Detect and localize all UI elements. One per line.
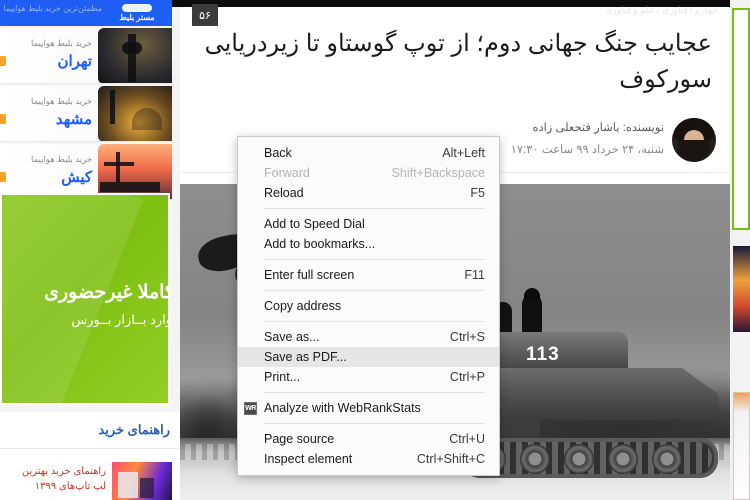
- menu-item-label: Add to Speed Dial: [264, 217, 365, 231]
- right-rail: [730, 0, 750, 500]
- menu-item-analyze-webrankstats[interactable]: WR Analyze with WebRankStats: [238, 398, 499, 418]
- menu-item-shortcut: Ctrl+U: [449, 432, 485, 446]
- menu-separator: [264, 321, 485, 322]
- divider: [0, 448, 180, 449]
- menu-separator: [264, 392, 485, 393]
- breadcrumb[interactable]: خودرو / فناوری / علم و فناوری: [605, 5, 718, 16]
- left-sidebar: مطمئن‌ترین خرید بلیط هواپیما مستر بلیط خ…: [0, 0, 180, 500]
- city-ad-marker: [0, 56, 6, 66]
- city-ad-mashhad[interactable]: خرید بلیط هواپیما مشهد: [0, 86, 172, 142]
- city-ad-marker: [0, 114, 6, 124]
- masterbilit-logo: مستر بلیط: [106, 1, 168, 25]
- publish-date: شنبه، ۲۴ خرداد ۹۹ ساعت ۱۷:۳۰: [510, 144, 664, 156]
- menu-separator: [264, 290, 485, 291]
- city-ad-caption: خرید بلیط هواپیما: [31, 96, 92, 106]
- city-ad-kish[interactable]: خرید بلیط هواپیما کیش: [0, 144, 172, 200]
- city-ad-caption: خرید بلیط هواپیما: [31, 38, 92, 48]
- masterbilit-logo-mark: [122, 4, 152, 12]
- menu-item-label: Save as...: [264, 330, 320, 344]
- comment-count-badge[interactable]: ۵۶: [192, 4, 218, 26]
- guide-item-text: راهنمای خرید بهترین لپ تاپ‌های ۱۳۹۹: [6, 464, 106, 494]
- menu-item-shortcut: Ctrl+S: [449, 330, 485, 344]
- tehran-tower-image: [98, 28, 172, 83]
- menu-item-enter-full-screen[interactable]: Enter full screen F11: [238, 265, 499, 285]
- page-title: عجایب جنگ جهانی دوم؛ از توپ گوستاو تا زی…: [204, 30, 712, 93]
- menu-item-shortcut: Ctrl+Shift+C: [416, 452, 485, 466]
- author-name[interactable]: نویسنده: یاشار فتحعلی زاده: [532, 120, 664, 134]
- menu-item-copy-address[interactable]: Copy address: [238, 296, 499, 316]
- right-rail-green-panel[interactable]: [732, 8, 750, 230]
- tank-crew-member-2: [522, 288, 542, 336]
- menu-item-shortcut: Shift+Backspace: [391, 166, 485, 180]
- menu-item-label: Analyze with WebRankStats: [264, 401, 421, 415]
- menu-separator: [264, 259, 485, 260]
- menu-item-inspect-element[interactable]: Inspect element Ctrl+Shift+C: [238, 449, 499, 469]
- menu-item-reload[interactable]: Reload F5: [238, 183, 499, 203]
- menu-item-save-as-pdf[interactable]: Save as PDF...: [238, 347, 499, 367]
- masterbilit-brand: مستر بلیط: [119, 13, 155, 22]
- tank-number: 113: [526, 344, 560, 365]
- menu-item-label: Copy address: [264, 299, 342, 313]
- tank-roadwheel: [652, 444, 682, 474]
- menu-item-label: Print...: [264, 370, 301, 384]
- bourse-ad-headline: کاملا غیرحضوری: [44, 282, 170, 303]
- city-ad-city: کیش: [61, 169, 92, 186]
- menu-separator: [264, 208, 485, 209]
- menu-item-save-as[interactable]: Save as... Ctrl+S: [238, 327, 499, 347]
- menu-separator: [264, 423, 485, 424]
- menu-item-add-to-speed-dial[interactable]: Add to Speed Dial: [238, 214, 499, 234]
- mashhad-shrine-image: [98, 86, 172, 141]
- menu-item-page-source[interactable]: Page source Ctrl+U: [238, 429, 499, 449]
- menu-item-label: Enter full screen: [264, 268, 355, 282]
- city-ad-marker: [0, 172, 6, 182]
- menu-item-forward: Forward Shift+Backspace: [238, 163, 499, 183]
- page-root: مطمئن‌ترین خرید بلیط هواپیما مستر بلیط خ…: [0, 0, 750, 500]
- city-ad-caption: خرید بلیط هواپیما: [31, 154, 92, 164]
- right-rail-thumbnail-1[interactable]: [733, 246, 750, 332]
- menu-item-add-to-bookmarks[interactable]: Add to bookmarks...: [238, 234, 499, 254]
- menu-item-shortcut: Alt+Left: [442, 146, 485, 160]
- menu-item-shortcut: F5: [470, 186, 485, 200]
- city-ad-city: تهران: [57, 53, 92, 70]
- guide-item-line2: لپ تاپ‌های ۱۳۹۹: [34, 481, 106, 492]
- browser-context-menu[interactable]: Back Alt+Left Forward Shift+Backspace Reload…: [237, 136, 500, 476]
- tank-roadwheel: [608, 444, 638, 474]
- menu-item-label: Reload: [264, 186, 304, 200]
- menu-item-print[interactable]: Print... Ctrl+P: [238, 367, 499, 387]
- bourse-green-ad[interactable]: کاملا غیرحضوری وارد بــازار بــورس: [0, 193, 170, 405]
- guide-item-thumbnail: [112, 462, 172, 500]
- menu-item-label: Inspect element: [264, 452, 353, 466]
- menu-item-label: Page source: [264, 432, 335, 446]
- tank-roadwheel: [520, 444, 550, 474]
- guide-item-line1: راهنمای خرید بهترین: [21, 466, 106, 477]
- menu-item-label: Forward: [264, 166, 310, 180]
- city-ad-city: مشهد: [55, 111, 92, 128]
- buying-guide-block: راهنمای خرید راهنمای خرید بهترین لپ تاپ‌…: [0, 412, 180, 500]
- masterbilit-banner[interactable]: مطمئن‌ترین خرید بلیط هواپیما مستر بلیط: [0, 0, 172, 26]
- bourse-ad-subline: وارد بــازار بــورس: [71, 312, 170, 327]
- kish-ship-image: [98, 144, 172, 199]
- masterbilit-tagline: مطمئن‌ترین خرید بلیط هواپیما: [3, 4, 102, 13]
- right-rail-thumbnail-2[interactable]: [733, 392, 750, 500]
- buying-guide-title: راهنمای خرید: [98, 422, 170, 437]
- city-ad-tehran[interactable]: خرید بلیط هواپیما تهران: [0, 28, 172, 84]
- menu-item-label: Add to bookmarks...: [264, 237, 376, 251]
- menu-item-shortcut: F11: [464, 268, 485, 282]
- list-item[interactable]: راهنمای خرید بهترین لپ تاپ‌های ۱۳۹۹: [0, 456, 180, 500]
- menu-item-back[interactable]: Back Alt+Left: [238, 143, 499, 163]
- tank-hull: [468, 368, 718, 420]
- menu-item-label: Save as PDF...: [264, 350, 347, 364]
- tank-roadwheel: [564, 444, 594, 474]
- webrankstats-icon: WR: [244, 402, 257, 415]
- menu-item-shortcut: Ctrl+P: [449, 370, 485, 384]
- avatar: [672, 118, 716, 162]
- menu-item-label: Back: [264, 146, 292, 160]
- tiger-tank: 113: [395, 288, 730, 478]
